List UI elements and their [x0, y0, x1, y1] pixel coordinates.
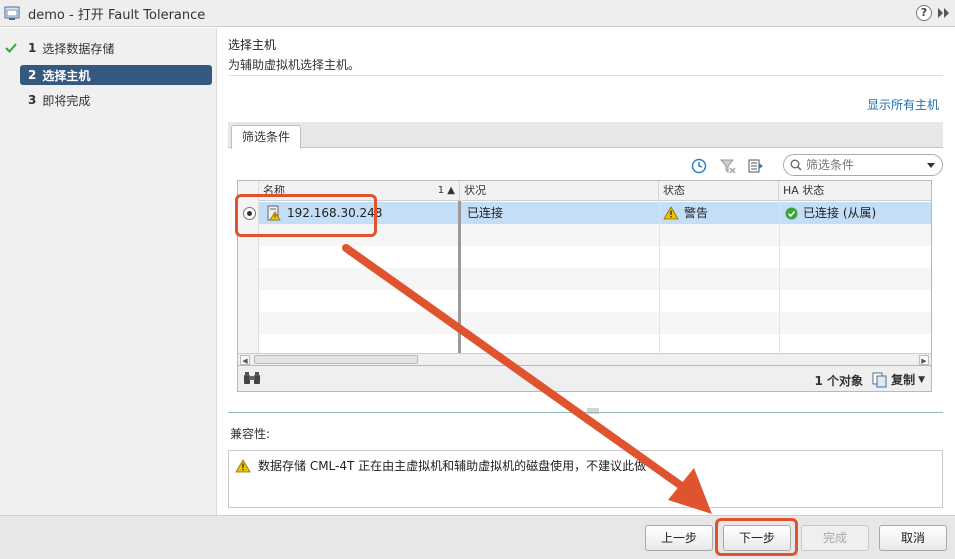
column-divider [659, 201, 660, 353]
step-number: 1 [28, 41, 37, 55]
page-subtitle: 为辅助虚拟机选择主机。 [228, 58, 361, 72]
row-select-radio[interactable] [243, 207, 256, 220]
show-all-hosts-link[interactable]: 显示所有主机 [867, 96, 939, 113]
step-label: 即将完成 [42, 93, 91, 108]
host-ha-status: 已连接 (从属) [803, 206, 877, 220]
back-button[interactable]: 上一步 [645, 525, 713, 551]
copy-label: 复制 [891, 373, 916, 387]
scroll-right-arrow-icon[interactable]: ▶ [919, 355, 929, 365]
chevron-down-icon: ▼ [918, 374, 925, 385]
step-number: 3 [28, 93, 37, 107]
step-done-check-icon [5, 43, 17, 53]
hosts-table: 名称 1 ▲ 状况 状态 HA 状态 192.168.30.248 已连接 警告… [237, 180, 932, 366]
compatibility-label: 兼容性: [230, 427, 271, 441]
host-condition: 已连接 [467, 206, 504, 220]
wizard-steps-sidebar: 1 选择数据存储 2 选择主机 3 即将完成 [0, 28, 217, 515]
window-title: demo - 打开 Fault Tolerance [28, 7, 206, 23]
next-button[interactable]: 下一步 [723, 525, 791, 551]
table-footer: 1 个对象 复制 ▼ [237, 366, 932, 392]
expand-panel-icon[interactable] [935, 5, 951, 21]
host-status: 警告 [684, 206, 709, 220]
object-count: 1 个对象 [814, 374, 863, 388]
empty-row [259, 312, 931, 334]
wizard-footer: 上一步 下一步 完成 取消 [0, 515, 955, 559]
page-header: 选择主机 为辅助虚拟机选择主机。 [228, 36, 360, 73]
wizard-step-2[interactable]: 2 选择主机 [20, 65, 212, 85]
copy-menu-button[interactable]: 复制 ▼ [872, 371, 925, 388]
warning-icon [235, 458, 251, 472]
step-number: 2 [28, 68, 37, 82]
empty-row [259, 290, 931, 312]
scroll-left-arrow-icon[interactable]: ◀ [240, 355, 250, 365]
column-header-label: 状态 [663, 184, 685, 197]
scrollbar-thumb[interactable] [254, 355, 418, 364]
connected-ok-icon [785, 207, 798, 219]
horizontal-scrollbar[interactable]: ◀ ▶ [238, 353, 931, 365]
frozen-column-divider[interactable] [458, 201, 461, 353]
compatibility-box: 数据存储 CML-4T 正在由主虚拟机和辅助虚拟机的磁盘使用，不建议此做 [228, 450, 943, 508]
step-label: 选择数据存储 [42, 41, 115, 56]
panel-splitter[interactable] [228, 412, 943, 413]
tab-strip: 筛选条件 [228, 122, 943, 149]
help-icon[interactable]: ? [916, 5, 932, 21]
column-header-condition[interactable]: 状况 [460, 181, 659, 201]
compatibility-message: 数据存储 CML-4T 正在由主虚拟机和辅助虚拟机的磁盘使用，不建议此做 [258, 459, 647, 473]
column-header-status[interactable]: 状态 [659, 181, 779, 201]
history-clock-icon[interactable] [691, 158, 707, 174]
empty-row [259, 268, 931, 290]
vm-window-icon [4, 6, 20, 20]
filter-input[interactable] [806, 158, 916, 172]
filter-search-box[interactable] [783, 154, 943, 176]
page-title: 选择主机 [228, 38, 277, 52]
splitter-grip-icon[interactable] [587, 408, 599, 414]
copy-icon [872, 372, 887, 387]
wizard-main-panel: 选择主机 为辅助虚拟机选择主机。 显示所有主机 筛选条件 筛选条件 名称 1 ▲… [218, 28, 955, 515]
cancel-button[interactable]: 取消 [879, 525, 947, 551]
window-titlebar: demo - 打开 Fault Tolerance ? [0, 0, 955, 27]
warning-icon [663, 206, 679, 220]
sort-indicator: 1 ▲ [437, 185, 455, 196]
column-header-name[interactable]: 名称 1 ▲ [259, 181, 460, 201]
host-warning-icon [267, 205, 281, 221]
column-header-label: 名称 [263, 184, 285, 197]
export-list-icon[interactable] [748, 158, 764, 174]
tab-filter[interactable]: 筛选条件 [231, 125, 302, 149]
wizard-step-3[interactable]: 3 即将完成 [20, 90, 212, 110]
find-binoculars-icon[interactable] [243, 371, 261, 385]
column-header-label: 状况 [464, 184, 486, 197]
step-label: 选择主机 [42, 68, 91, 83]
empty-row [259, 246, 931, 268]
header-divider [228, 75, 943, 76]
column-header-label: HA 状态 [783, 184, 825, 197]
column-divider [779, 201, 780, 353]
table-row[interactable]: 192.168.30.248 已连接 警告 已连接 (从属) [259, 202, 931, 224]
empty-row [259, 224, 931, 246]
grid-toolbar [228, 152, 943, 180]
column-header-ha-status[interactable]: HA 状态 [779, 181, 931, 201]
host-name: 192.168.30.248 [287, 206, 383, 220]
clear-filter-icon[interactable] [720, 158, 736, 174]
filter-dropdown-caret-icon[interactable] [927, 163, 935, 168]
finish-button: 完成 [801, 525, 869, 551]
search-icon [790, 159, 802, 171]
wizard-step-1[interactable]: 1 选择数据存储 [20, 38, 212, 58]
